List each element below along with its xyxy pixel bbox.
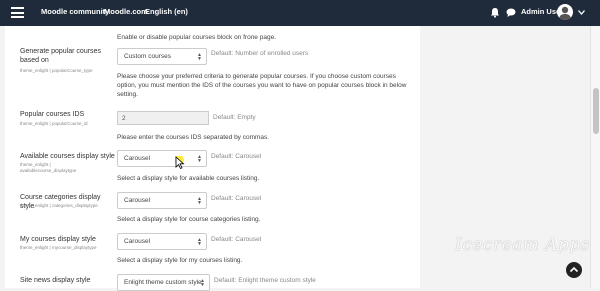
watermark: Icecream Apps bbox=[455, 235, 590, 255]
categories-style-setting-id: theme_enlight | categories_displaytype bbox=[20, 203, 98, 208]
site-news-style-select-value: Enlight theme custom style bbox=[124, 279, 202, 286]
avatar[interactable] bbox=[557, 4, 573, 20]
site-name-link[interactable]: Moodle community bbox=[41, 7, 109, 16]
page-scrollbar[interactable] bbox=[590, 26, 600, 288]
my-courses-style-select-value: Carousel bbox=[124, 238, 151, 245]
popular-ids-input-value: 2 bbox=[122, 115, 126, 122]
popular-ids-input[interactable]: 2 bbox=[117, 111, 209, 125]
popular-courses-select[interactable]: Custom courses ▲ ▼ bbox=[117, 48, 207, 65]
popular-ids-setting-id: theme_enlight | popularCourse_id bbox=[20, 121, 88, 126]
chevron-down-icon[interactable] bbox=[578, 10, 585, 15]
available-style-select[interactable]: Carousel ▲ ▼ bbox=[117, 150, 207, 167]
popular-ids-default: Default: Empty bbox=[213, 114, 256, 121]
available-style-default: Default: Carousel bbox=[211, 153, 262, 160]
my-courses-style-description: Select a display style for my courses li… bbox=[117, 257, 243, 264]
select-caret-icon: ▲ ▼ bbox=[197, 154, 202, 164]
select-caret-icon: ▲ ▼ bbox=[200, 278, 205, 288]
available-style-label: Available courses display style bbox=[20, 153, 115, 160]
mouse-cursor-icon bbox=[175, 156, 185, 170]
chat-icon[interactable] bbox=[506, 7, 516, 18]
popular-courses-select-value: Custom courses bbox=[124, 53, 171, 60]
site-news-style-label: Site news display style bbox=[20, 277, 91, 284]
hamburger-menu-icon[interactable] bbox=[11, 7, 24, 18]
popular-courses-enable-description: Enable or disable popular courses block … bbox=[117, 34, 276, 41]
bell-icon[interactable] bbox=[490, 7, 500, 18]
categories-style-description: Select a display style for course catego… bbox=[117, 216, 261, 223]
moodle-com-link[interactable]: Moodle.com bbox=[104, 7, 148, 16]
available-style-select-value: Carousel bbox=[124, 155, 151, 162]
top-navbar: Moodle community Moodle.com English (en)… bbox=[0, 0, 600, 26]
site-news-style-default: Default: Enlight theme custom style bbox=[214, 277, 316, 284]
categories-style-default: Default: Carousel bbox=[211, 195, 262, 202]
categories-style-select[interactable]: Carousel ▲ ▼ bbox=[117, 192, 207, 209]
select-caret-icon: ▲ ▼ bbox=[197, 237, 202, 247]
popular-ids-label: Popular courses IDS bbox=[20, 111, 85, 118]
select-caret-icon: ▲ ▼ bbox=[197, 196, 202, 206]
my-courses-style-select[interactable]: Carousel ▲ ▼ bbox=[117, 233, 207, 250]
select-caret-icon: ▲ ▼ bbox=[197, 52, 202, 62]
popular-courses-description: Please choose your preferred criteria to… bbox=[117, 73, 407, 98]
my-courses-style-label: My courses display style bbox=[20, 236, 96, 243]
available-style-description: Select a display style for available cou… bbox=[117, 175, 260, 182]
chevron-up-icon bbox=[569, 266, 579, 273]
my-courses-style-setting-id: theme_enlight | mycourse_displaytype bbox=[20, 245, 97, 250]
language-menu[interactable]: English (en) bbox=[145, 7, 188, 16]
popular-ids-description: Please enter the courses IDS separated b… bbox=[117, 134, 270, 141]
popular-courses-setting-id: theme_enlight | popularCourse_type bbox=[20, 68, 93, 73]
available-style-setting-id-2: availablecourse_displaytype bbox=[20, 168, 77, 173]
my-courses-style-default: Default: Carousel bbox=[211, 236, 262, 243]
popular-courses-label: Generate popular courses based on bbox=[20, 48, 101, 64]
user-silhouette-icon bbox=[559, 6, 571, 20]
available-style-setting-id-1: theme_enlight | bbox=[20, 162, 51, 167]
popular-courses-default: Default: Number of enrolled users bbox=[211, 50, 309, 57]
scroll-to-top-button[interactable] bbox=[566, 262, 582, 278]
categories-style-select-value: Carousel bbox=[124, 197, 151, 204]
site-news-style-select[interactable]: Enlight theme custom style ▲ ▼ bbox=[117, 274, 210, 291]
scrollbar-thumb[interactable] bbox=[593, 88, 599, 134]
